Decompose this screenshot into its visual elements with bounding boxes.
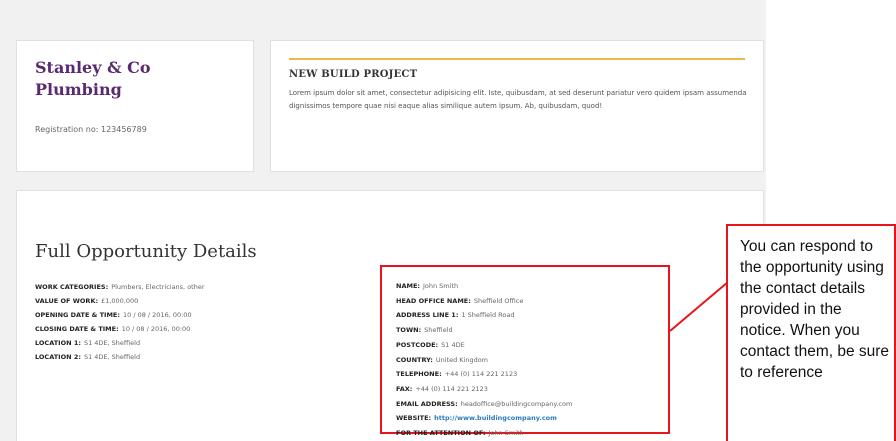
contact-value: S1 4DE	[441, 340, 465, 349]
contact-label: Country:	[396, 355, 433, 364]
project-card: NEW BUILD PROJECT Lorem ipsum dolor sit …	[270, 40, 764, 172]
contact-value: Sheffield	[424, 326, 453, 335]
contact-row-address: Address line 1: 1 Sheffield Road	[396, 308, 572, 323]
contact-row-telephone: Telephone: +44 (0) 114 221 2123	[396, 367, 572, 382]
callout-text: You can respond to the opportunity using…	[740, 238, 890, 381]
contact-label: Email address:	[396, 399, 458, 408]
field-value: 10 / 08 / 2016, 00:00	[121, 325, 191, 333]
field-label: Opening date & time:	[35, 311, 120, 319]
field-value: 10 / 08 / 2016, 00:00	[122, 311, 192, 319]
contact-value: headoffice@buildingcompany.com	[460, 399, 573, 408]
contact-label: Fax:	[396, 384, 413, 393]
contact-value: +44 (0) 114 221 2123	[415, 384, 488, 393]
field-work-categories: Work categories: Plumbers, Electricians, …	[35, 280, 205, 294]
contact-row-email: Email address: headoffice@buildingcompany…	[396, 397, 572, 412]
field-label: Work categories:	[35, 283, 109, 291]
contact-row-postcode: Postcode: S1 4DE	[396, 338, 572, 353]
contact-row-name: Name: John Smith	[396, 279, 572, 294]
contact-label: Town:	[396, 326, 422, 335]
contact-row-fax: Fax: +44 (0) 114 221 2123	[396, 382, 572, 397]
contact-row-country: Country: United Kingdom	[396, 353, 572, 368]
field-location-2: Location 2: S1 4DE, Sheffield	[35, 350, 205, 364]
opportunity-field-list: Work categories: Plumbers, Electricians, …	[35, 280, 205, 364]
contact-value: 1 Sheffield Road	[461, 311, 515, 320]
contact-details-highlight: Name: John Smith Head office name: Sheffie…	[380, 265, 670, 437]
contact-value: Sheffield Office	[473, 296, 524, 305]
contact-label: Website:	[396, 414, 432, 423]
contact-field-list: Name: John Smith Head office name: Sheffie…	[396, 279, 572, 441]
contact-label: Postcode:	[396, 340, 439, 349]
field-value: S1 4DE, Sheffield	[83, 339, 141, 347]
contact-row-website: Website: http://www.buildingcompany.com	[396, 411, 572, 426]
field-value: S1 4DE, Sheffield	[83, 353, 141, 361]
contact-label: For the attention of:	[396, 429, 486, 438]
field-location-1: Location 1: S1 4DE, Sheffield	[35, 336, 205, 350]
project-description: Lorem ipsum dolor sit amet, consectetur …	[289, 89, 747, 110]
field-value-of-work: Value of work: £1,000,000	[35, 294, 205, 308]
field-label: Value of work:	[35, 297, 99, 305]
contact-value: United Kingdom	[435, 355, 489, 364]
field-value: Plumbers, Electricians, other	[111, 283, 205, 291]
contact-value: John Smith	[422, 282, 459, 290]
contact-row-head-office: Head office name: Sheffield Office	[396, 294, 572, 309]
contact-label: Head office name:	[396, 296, 471, 305]
contact-label: Telephone:	[396, 370, 442, 379]
contact-value: +44 (0) 114 221 2123	[444, 370, 518, 379]
contact-row-town: Town: Sheffield	[396, 323, 572, 338]
contact-label: Name:	[396, 282, 420, 290]
project-accent-rule	[289, 58, 745, 60]
details-heading: Full Opportunity Details	[35, 241, 257, 262]
contact-row-attention: For the attention of: John Smith	[396, 426, 572, 441]
field-opening-date: Opening date & time: 10 / 08 / 2016, 00:0…	[35, 308, 205, 322]
field-closing-date: Closing date & time: 10 / 08 / 2016, 00:0…	[35, 322, 205, 336]
project-title: NEW BUILD PROJECT	[289, 69, 418, 80]
field-label: Closing date & time:	[35, 325, 119, 333]
field-value: £1,000,000	[101, 297, 139, 305]
website-link[interactable]: http://www.buildingcompany.com	[434, 414, 557, 422]
company-card: Stanley & Co Plumbing Registration no: 1…	[16, 40, 254, 172]
field-label: Location 2:	[35, 353, 81, 361]
callout-box: You can respond to the opportunity using…	[726, 224, 896, 441]
contact-label: Address line 1:	[396, 311, 459, 320]
field-label: Location 1:	[35, 339, 81, 347]
company-name: Stanley & Co Plumbing	[35, 58, 151, 99]
contact-value: John Smith	[488, 429, 524, 438]
registration-number: Registration no: 123456789	[35, 125, 147, 134]
